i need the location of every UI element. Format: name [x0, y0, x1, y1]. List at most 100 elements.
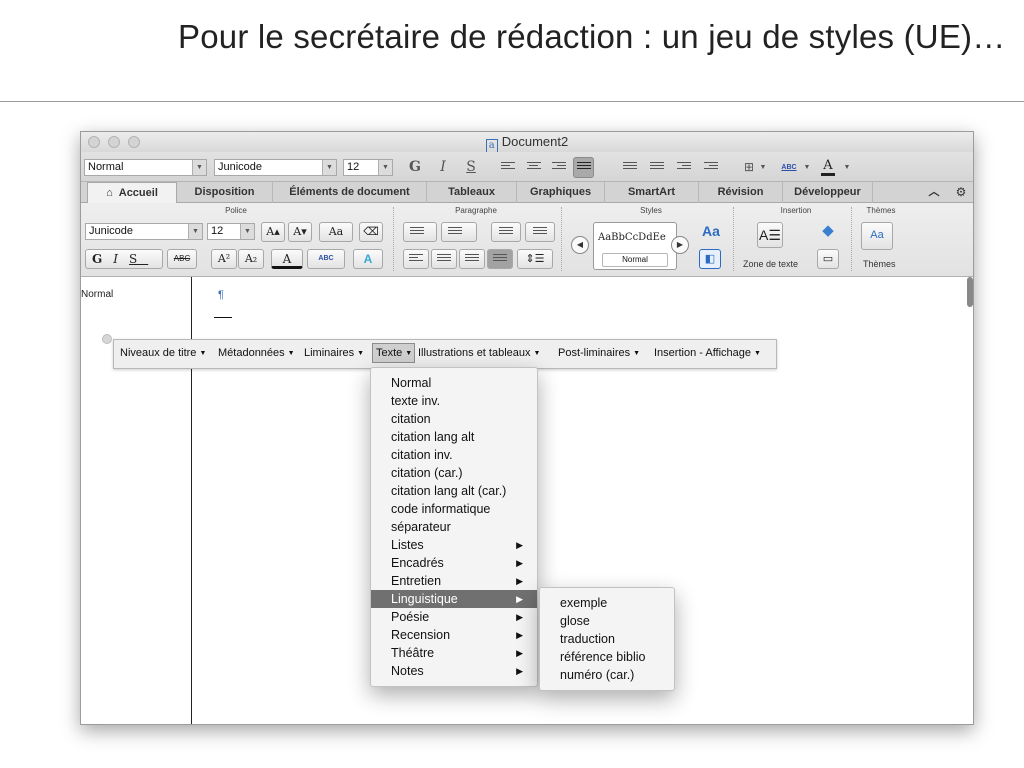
tab-developpeur[interactable]: Développeur: [783, 182, 873, 203]
bold-button[interactable]: G: [408, 158, 422, 177]
borders-icon[interactable]: ⊞: [742, 158, 756, 177]
tab-tableaux[interactable]: Tableaux: [427, 182, 517, 203]
chevron-down-icon[interactable]: ▼: [188, 224, 202, 239]
bullet-list-icon[interactable]: [650, 162, 664, 172]
ribbon-underline-button[interactable]: S: [129, 252, 148, 266]
clear-format-icon[interactable]: ⌫: [359, 222, 383, 242]
grow-font-button[interactable]: A▴: [261, 222, 285, 242]
style-combo[interactable]: Normal ▼: [84, 159, 207, 176]
menu-item-citation-car[interactable]: citation (car.): [371, 464, 537, 482]
numbered-list-icon[interactable]: [623, 162, 637, 172]
submenu-item-exemple[interactable]: exemple: [540, 594, 674, 612]
picture-icon[interactable]: ▭: [817, 249, 839, 269]
menu-item-notes[interactable]: Notes ▶: [371, 662, 537, 680]
themes-icon[interactable]: Aa: [861, 222, 893, 250]
menu-item-entretien[interactable]: Entretien ▶: [371, 572, 537, 590]
highlight-button[interactable]: ABC: [778, 158, 800, 177]
menu-item-citation-lang-alt[interactable]: citation lang alt: [371, 428, 537, 446]
decrease-indent-button[interactable]: [491, 222, 521, 242]
menu-item-citation-lang-alt-car[interactable]: citation lang alt (car.): [371, 482, 537, 500]
style-aa-icon[interactable]: Aa: [699, 222, 723, 242]
submenu-item-numero-car[interactable]: numéro (car.): [540, 666, 674, 684]
shrink-font-button[interactable]: A▾: [288, 222, 312, 242]
text-box-label[interactable]: Zone de texte: [743, 259, 798, 269]
increase-indent-button[interactable]: [525, 222, 555, 242]
tab-smartart[interactable]: SmartArt: [605, 182, 699, 203]
ribbon-italic-button[interactable]: I: [113, 252, 129, 266]
numbering-button[interactable]: [441, 222, 477, 242]
menu-niveaux-de-titre[interactable]: Niveaux de titre ▼: [120, 347, 206, 359]
themes-label[interactable]: Thèmes: [863, 259, 896, 269]
menu-item-listes[interactable]: Listes ▶: [371, 536, 537, 554]
align-center-icon[interactable]: [527, 162, 541, 172]
font-combo[interactable]: Junicode ▼: [214, 159, 337, 176]
submenu-item-glose[interactable]: glose: [540, 612, 674, 630]
align-right-button[interactable]: [459, 249, 485, 269]
menu-item-separateur[interactable]: séparateur: [371, 518, 537, 536]
menu-insertion-affichage[interactable]: Insertion - Affichage ▼: [654, 347, 761, 359]
strikethrough-button[interactable]: ABC: [167, 249, 197, 269]
align-left-icon[interactable]: [501, 162, 515, 172]
menu-item-citation-inv[interactable]: citation inv.: [371, 446, 537, 464]
chevron-down-icon[interactable]: ▼: [759, 158, 767, 177]
ribbon-size-combo[interactable]: 12 ▼: [207, 223, 255, 240]
styles-next-icon[interactable]: ▶: [671, 236, 689, 254]
size-combo[interactable]: 12 ▼: [343, 159, 393, 176]
tab-graphiques[interactable]: Graphiques: [517, 182, 605, 203]
subscript-button[interactable]: A₂: [238, 249, 264, 269]
chevron-down-icon[interactable]: ▼: [843, 158, 851, 177]
ribbon-font-color-button[interactable]: A: [271, 249, 303, 269]
chevron-down-icon[interactable]: ▼: [378, 160, 392, 175]
menu-item-code-informatique[interactable]: code informatique: [371, 500, 537, 518]
underline-button[interactable]: S: [464, 158, 478, 177]
menu-item-theatre[interactable]: Théâtre ▶: [371, 644, 537, 662]
menu-liminaires[interactable]: Liminaires ▼: [304, 347, 364, 359]
styles-prev-icon[interactable]: ◀: [571, 236, 589, 254]
superscript-button[interactable]: A²: [211, 249, 237, 269]
tab-disposition[interactable]: Disposition: [177, 182, 273, 203]
menu-item-encadres[interactable]: Encadrés ▶: [371, 554, 537, 572]
decrease-indent-icon[interactable]: [677, 162, 691, 172]
gear-icon[interactable]: ⚙: [949, 182, 973, 203]
vertical-scrollbar[interactable]: [967, 277, 973, 307]
toolbar-close-handle[interactable]: [102, 334, 112, 344]
menu-post-liminaires[interactable]: Post-liminaires ▼: [558, 347, 640, 359]
increase-indent-icon[interactable]: [704, 162, 718, 172]
text-effects-button[interactable]: A: [353, 249, 383, 269]
chevron-down-icon[interactable]: ▼: [803, 158, 811, 177]
ribbon-highlight-button[interactable]: ABC: [307, 249, 345, 269]
shapes-icon[interactable]: ◆: [815, 222, 841, 242]
menu-item-texte-inv[interactable]: texte inv.: [371, 392, 537, 410]
menu-texte[interactable]: Texte ▼: [372, 343, 416, 363]
change-case-button[interactable]: Aa: [319, 222, 353, 242]
menu-item-recension[interactable]: Recension ▶: [371, 626, 537, 644]
submenu-item-traduction[interactable]: traduction: [540, 630, 674, 648]
menu-item-citation[interactable]: citation: [371, 410, 537, 428]
document-area[interactable]: Normal ¶ Niveaux de titre ▼ Métadonnées ▼ …: [81, 277, 973, 724]
menu-item-poesie[interactable]: Poésie ▶: [371, 608, 537, 626]
font-color-button[interactable]: A: [821, 158, 835, 176]
chevron-down-icon[interactable]: ▼: [240, 224, 254, 239]
menu-illustrations-tableaux[interactable]: Illustrations et tableaux ▼: [418, 347, 540, 359]
justify-ribbon-button[interactable]: [487, 249, 513, 269]
align-left-button[interactable]: [403, 249, 429, 269]
styles-pane-icon[interactable]: ◧: [699, 249, 721, 269]
menu-metadonnees[interactable]: Métadonnées ▼: [218, 347, 295, 359]
text-box-icon[interactable]: A☰: [757, 222, 783, 248]
align-right-icon[interactable]: [552, 162, 566, 172]
menu-item-linguistique[interactable]: Linguistique ▶: [371, 590, 537, 608]
chevron-down-icon[interactable]: ▼: [192, 160, 206, 175]
menu-item-normal[interactable]: Normal: [371, 374, 537, 392]
tab-elements-document[interactable]: Éléments de document: [273, 182, 427, 203]
tab-accueil[interactable]: ⌂ Accueil: [87, 182, 177, 204]
ribbon-font-combo[interactable]: Junicode ▼: [85, 223, 203, 240]
bullets-button[interactable]: [403, 222, 437, 242]
chevron-down-icon[interactable]: ▼: [322, 160, 336, 175]
style-gallery-item[interactable]: AaBbCcDdEe Normal: [593, 222, 677, 270]
collapse-ribbon-icon[interactable]: ︿: [923, 182, 945, 203]
ribbon-bold-button[interactable]: G: [92, 252, 113, 266]
align-center-button[interactable]: [431, 249, 457, 269]
italic-button[interactable]: I: [436, 158, 450, 177]
submenu-item-reference-biblio[interactable]: référence biblio: [540, 648, 674, 666]
tab-revision[interactable]: Révision: [699, 182, 783, 203]
